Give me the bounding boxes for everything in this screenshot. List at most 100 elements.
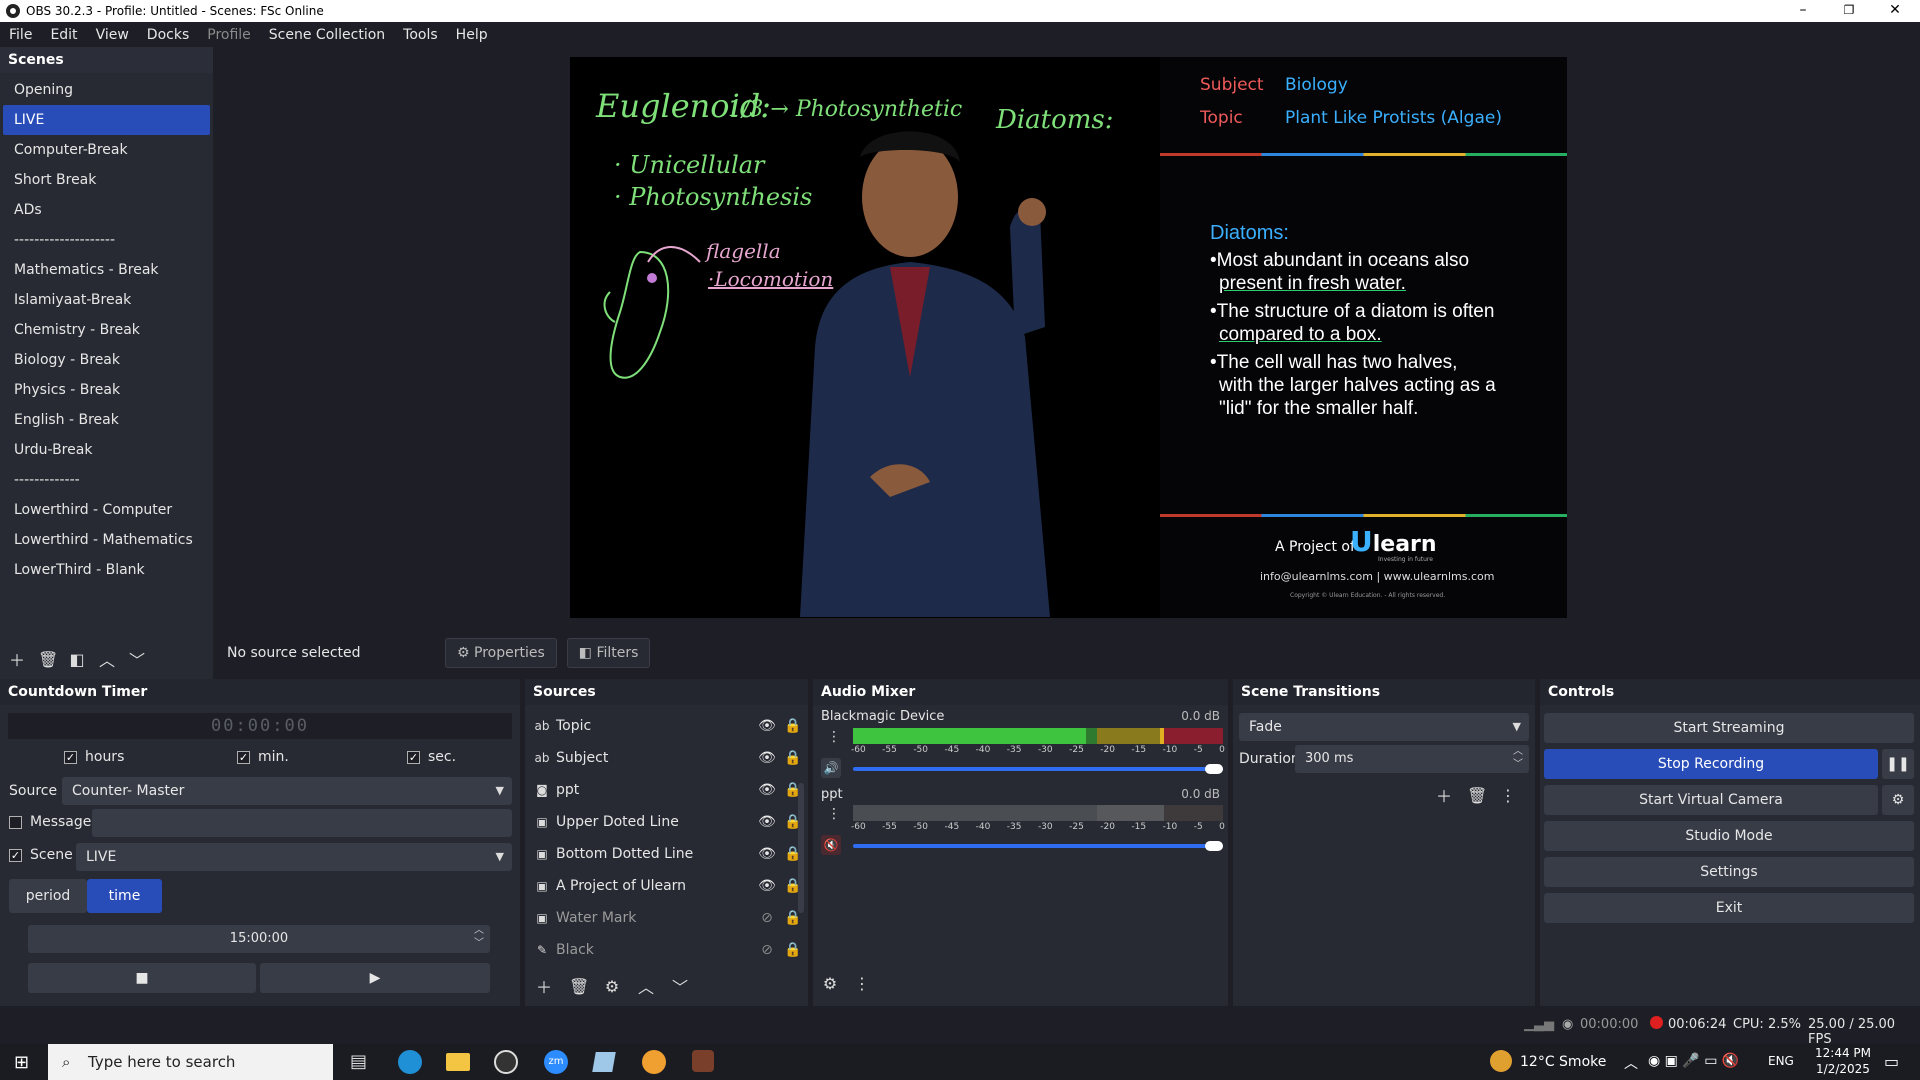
channel2-volume-slider[interactable] <box>853 844 1223 848</box>
channel-menu-icon[interactable]: ⋮ <box>827 806 841 822</box>
file-explorer-icon[interactable] <box>446 1053 470 1071</box>
task-view-icon[interactable]: ▤ <box>350 1051 367 1072</box>
zoom-icon[interactable]: zm <box>544 1050 568 1074</box>
edge-icon[interactable] <box>398 1050 422 1074</box>
app-icon[interactable] <box>592 1052 616 1072</box>
remove-scene-icon[interactable]: 🗑 <box>38 650 58 669</box>
close-button[interactable]: ✕ <box>1872 0 1918 22</box>
hours-checkbox[interactable]: ✓ <box>64 751 77 764</box>
language-indicator[interactable]: ENG <box>1768 1054 1794 1068</box>
obs-taskbar-icon[interactable] <box>494 1050 518 1074</box>
minutes-checkbox[interactable]: ✓ <box>237 751 250 764</box>
source-properties-icon[interactable]: ⚙ <box>603 977 621 996</box>
menu-docks[interactable]: Docks <box>138 27 198 43</box>
scene-filters-icon[interactable]: ◧ <box>68 650 86 669</box>
move-down-icon[interactable]: ﹀ <box>671 974 689 998</box>
source-item[interactable]: ab Subject 👁 🔒 <box>533 742 803 774</box>
menu-file[interactable]: File <box>0 27 41 43</box>
properties-button[interactable]: ⚙ Properties <box>445 638 557 668</box>
tray-icons[interactable]: ◉ ▣ 🎤 ▭ 🔇 <box>1648 1053 1739 1069</box>
menu-scene-collection[interactable]: Scene Collection <box>260 27 394 43</box>
source-select[interactable]: Counter- Master ▼ <box>62 777 512 805</box>
restore-button[interactable]: ❐ <box>1826 0 1872 22</box>
channel-menu-icon[interactable]: ⋮ <box>827 729 841 745</box>
move-down-icon[interactable]: ﹀ <box>128 647 146 671</box>
move-up-icon[interactable]: ︿ <box>637 974 655 998</box>
remove-source-icon[interactable]: 🗑 <box>569 977 589 996</box>
transition-menu-icon[interactable]: ⋮ <box>1499 786 1517 805</box>
start-virtual-camera-button[interactable]: Start Virtual Camera <box>1544 785 1878 815</box>
eye-icon[interactable]: 👁 <box>757 710 777 742</box>
time-tab[interactable]: time <box>87 879 162 913</box>
lock-icon[interactable]: 🔒 <box>783 934 803 966</box>
eye-icon[interactable]: 👁 <box>757 774 777 806</box>
sources-scrollbar[interactable] <box>798 783 804 913</box>
lock-icon[interactable]: 🔒 <box>783 742 803 774</box>
duration-input[interactable]: 300 ms <box>1295 745 1529 773</box>
app-icon[interactable] <box>642 1050 666 1074</box>
source-item[interactable]: ✎ Black ⊘ 🔒 <box>533 934 803 966</box>
channel1-volume-knob[interactable] <box>1205 764 1223 774</box>
scene-checkbox[interactable]: ✓ <box>9 849 22 862</box>
period-tab[interactable]: period <box>9 879 87 913</box>
add-source-icon[interactable]: ＋ <box>535 974 553 998</box>
eye-hidden-icon[interactable]: ⊘ <box>757 902 777 934</box>
scene-item[interactable]: Lowerthird - Mathematics <box>3 525 210 555</box>
studio-mode-button[interactable]: Studio Mode <box>1544 821 1914 851</box>
seconds-checkbox[interactable]: ✓ <box>407 751 420 764</box>
minimize-button[interactable]: – <box>1780 0 1826 22</box>
filters-button[interactable]: ◧ Filters <box>566 638 651 668</box>
source-item[interactable]: ▣ Bottom Dotted Line 👁 🔒 <box>533 838 803 870</box>
advanced-audio-icon[interactable]: ⚙ <box>821 974 839 993</box>
message-input[interactable] <box>92 809 512 837</box>
eye-icon[interactable]: 👁 <box>757 838 777 870</box>
scene-item[interactable]: Islamiyaat-Break <box>3 285 210 315</box>
scene-item[interactable]: Computer-Break <box>3 135 210 165</box>
pause-recording-button[interactable]: ❚❚ <box>1882 749 1914 779</box>
source-item[interactable]: ◙ ppt 👁 🔒 <box>533 774 803 806</box>
lock-icon[interactable]: 🔒 <box>783 710 803 742</box>
scene-item[interactable]: Chemistry - Break <box>3 315 210 345</box>
muted-icon[interactable]: 🔇 <box>821 835 841 855</box>
add-transition-icon[interactable]: ＋ <box>1435 783 1453 807</box>
channel1-volume-slider[interactable] <box>853 767 1223 771</box>
eye-icon[interactable]: 👁 <box>757 806 777 838</box>
move-up-icon[interactable]: ︿ <box>98 647 116 671</box>
menu-edit[interactable]: Edit <box>41 27 86 43</box>
scene-item[interactable]: ------------- <box>3 465 210 495</box>
add-scene-icon[interactable]: ＋ <box>8 647 26 671</box>
windows-start-icon[interactable]: ⊞ <box>14 1052 29 1073</box>
remove-transition-icon[interactable]: 🗑 <box>1467 786 1487 805</box>
eye-icon[interactable]: 👁 <box>757 870 777 902</box>
menu-profile[interactable]: Profile <box>198 27 260 43</box>
mixer-menu-icon[interactable]: ⋮ <box>853 974 871 993</box>
notification-icon[interactable]: ▭ <box>1884 1052 1899 1071</box>
menu-view[interactable]: View <box>87 27 138 43</box>
scene-item[interactable]: Short Break <box>3 165 210 195</box>
scene-item[interactable]: English - Break <box>3 405 210 435</box>
menu-help[interactable]: Help <box>447 27 497 43</box>
time-input[interactable]: 15:00:00 <box>28 925 490 953</box>
scene-item[interactable]: LowerThird - Blank <box>3 555 210 585</box>
message-checkbox[interactable] <box>9 816 22 829</box>
settings-button[interactable]: Settings <box>1544 857 1914 887</box>
exit-button[interactable]: Exit <box>1544 893 1914 923</box>
taskbar-search[interactable]: ⌕ Type here to search <box>48 1044 333 1080</box>
scene-item[interactable]: Urdu-Break <box>3 435 210 465</box>
virtual-camera-settings-button[interactable]: ⚙ <box>1882 785 1914 815</box>
start-streaming-button[interactable]: Start Streaming <box>1544 713 1914 743</box>
start-timer-button[interactable]: ▶ <box>260 963 490 993</box>
scene-item-active[interactable]: LIVE <box>3 105 210 135</box>
source-item[interactable]: ▣ Upper Doted Line 👁 🔒 <box>533 806 803 838</box>
app-icon[interactable] <box>692 1050 714 1072</box>
preview-canvas[interactable]: Euglenoid: 1/3 → Photosynthetic Diatoms:… <box>570 57 1567 618</box>
scene-item[interactable]: ADs <box>3 195 210 225</box>
channel2-volume-knob[interactable] <box>1205 841 1223 851</box>
source-item[interactable]: ab Topic 👁 🔒 <box>533 710 803 742</box>
source-item[interactable]: ▣ A Project of Ulearn 👁 🔒 <box>533 870 803 902</box>
time-stepper-icon[interactable]: ︿ ﹀ <box>474 924 484 950</box>
source-item[interactable]: ▣ Water Mark ⊘ 🔒 <box>533 902 803 934</box>
scene-item[interactable]: Biology - Break <box>3 345 210 375</box>
scene-item[interactable]: Lowerthird - Computer <box>3 495 210 525</box>
menu-tools[interactable]: Tools <box>394 27 447 43</box>
